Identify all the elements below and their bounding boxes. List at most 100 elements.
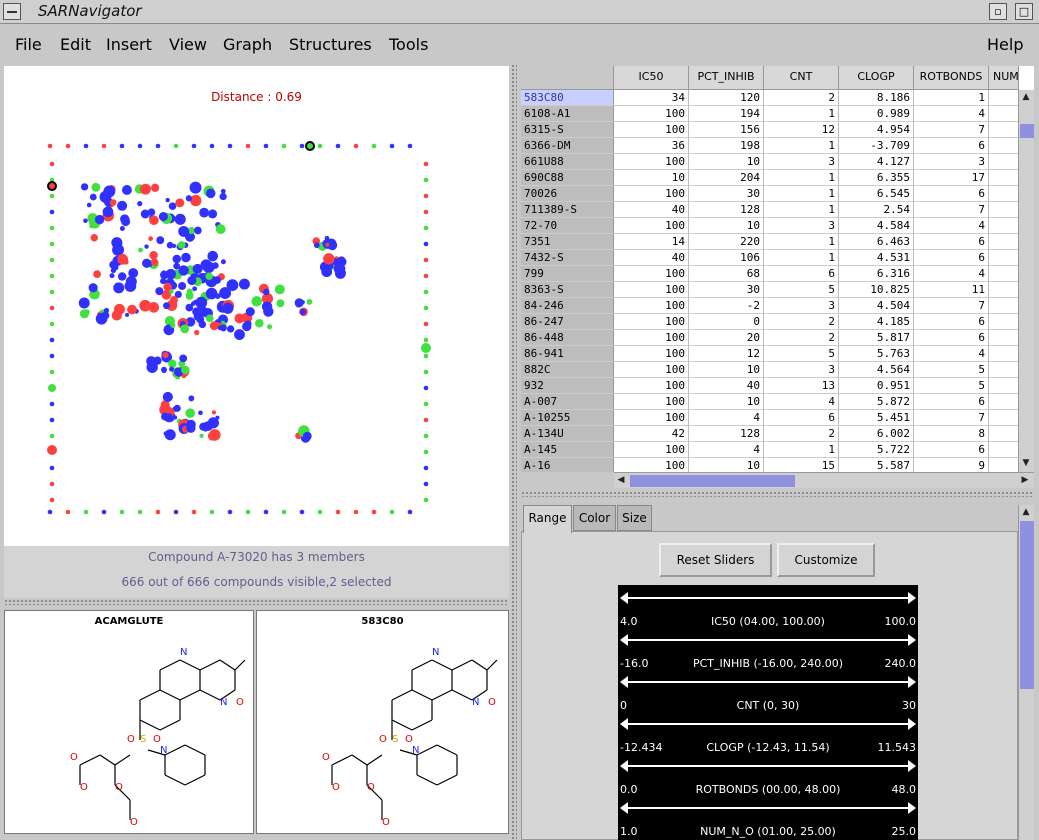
compound-point[interactable]	[80, 183, 89, 191]
compound-point[interactable]	[199, 207, 210, 218]
value-cell[interactable]: 128	[689, 202, 764, 218]
scroll-right-arrow[interactable]: ▶	[1018, 473, 1032, 487]
compound-name-cell[interactable]: 6315-S	[521, 122, 614, 138]
value-cell[interactable]: 15	[764, 458, 839, 472]
value-cell[interactable]: 100	[614, 314, 689, 330]
compound-point[interactable]	[49, 465, 55, 471]
compound-table[interactable]: IC50 PCT_INHIB CNT CLOGP ROTBONDS NUM 58…	[521, 66, 1034, 472]
compound-point[interactable]	[88, 283, 98, 293]
slider-track[interactable]	[622, 723, 914, 725]
value-cell[interactable]: 4.584	[839, 218, 914, 234]
compound-point[interactable]	[137, 509, 143, 515]
value-cell[interactable]: 4	[689, 410, 764, 426]
compound-point[interactable]	[245, 307, 255, 317]
value-cell[interactable]: 10	[689, 218, 764, 234]
compound-point[interactable]	[219, 287, 232, 299]
compound-point[interactable]	[185, 195, 193, 202]
compound-point[interactable]	[192, 184, 198, 190]
value-cell[interactable]	[989, 426, 1019, 442]
slider-track[interactable]	[622, 639, 914, 641]
compound-point[interactable]	[173, 415, 178, 420]
compound-point[interactable]	[206, 188, 216, 199]
compound-point[interactable]	[83, 143, 89, 149]
slider-min-handle[interactable]	[620, 802, 628, 814]
compound-point[interactable]	[174, 213, 186, 225]
compound-name-cell[interactable]: A-007	[521, 394, 614, 410]
compound-point[interactable]	[156, 236, 165, 245]
compound-point[interactable]	[163, 282, 172, 292]
value-cell[interactable]: 40	[614, 202, 689, 218]
range-slider[interactable]: IC50 (04.00, 100.00) 4.0 100.0	[618, 587, 918, 629]
compound-point[interactable]	[251, 296, 262, 307]
compound-point[interactable]	[205, 287, 218, 300]
vertical-splitter[interactable]	[511, 64, 517, 840]
value-cell[interactable]: 2.54	[839, 202, 914, 218]
value-cell[interactable]: -2	[689, 298, 764, 314]
compound-point[interactable]	[333, 262, 346, 275]
value-cell[interactable]: 9	[914, 458, 989, 472]
compound-point[interactable]	[180, 324, 190, 334]
compound-point[interactable]	[227, 509, 233, 515]
compound-point[interactable]	[199, 433, 204, 438]
value-cell[interactable]: 1	[764, 186, 839, 202]
compound-point[interactable]	[101, 509, 107, 515]
compound-point[interactable]	[181, 373, 187, 379]
value-cell[interactable]: 4.185	[839, 314, 914, 330]
value-cell[interactable]: 100	[614, 410, 689, 426]
value-cell[interactable]: 5.817	[839, 330, 914, 346]
value-cell[interactable]: 5.872	[839, 394, 914, 410]
value-cell[interactable]: 5.451	[839, 410, 914, 426]
compound-point[interactable]	[299, 509, 305, 515]
value-cell[interactable]: 40	[614, 250, 689, 266]
compound-point[interactable]	[137, 200, 143, 207]
slider-max-handle[interactable]	[908, 802, 916, 814]
compound-point[interactable]	[181, 365, 190, 375]
compound-point[interactable]	[323, 253, 335, 265]
compound-point[interactable]	[49, 257, 55, 263]
compound-point[interactable]	[49, 321, 55, 327]
compound-point[interactable]	[205, 272, 213, 280]
value-cell[interactable]: 4.954	[839, 122, 914, 138]
value-cell[interactable]: 6	[914, 234, 989, 250]
compound-point[interactable]	[165, 197, 170, 203]
value-cell[interactable]	[989, 170, 1019, 186]
value-cell[interactable]: 7	[914, 122, 989, 138]
value-cell[interactable]: 5.587	[839, 458, 914, 472]
compound-point[interactable]	[127, 304, 137, 315]
slider-min-handle[interactable]	[620, 592, 628, 604]
slider-track[interactable]	[622, 765, 914, 767]
slider-min-handle[interactable]	[620, 760, 628, 772]
value-cell[interactable]: 100	[614, 458, 689, 472]
column-header[interactable]: CLOGP	[839, 66, 914, 90]
compound-point[interactable]	[195, 296, 208, 309]
value-cell[interactable]: 4.504	[839, 298, 914, 314]
tab-color[interactable]: Color	[573, 505, 616, 531]
compound-point[interactable]	[161, 270, 167, 276]
compound-point[interactable]	[423, 161, 429, 167]
value-cell[interactable]: 4	[914, 266, 989, 282]
compound-point[interactable]	[353, 143, 359, 149]
horizontal-splitter-right[interactable]	[521, 491, 1034, 497]
compound-point[interactable]	[234, 329, 245, 340]
compound-point[interactable]	[91, 182, 101, 192]
compound-name-cell[interactable]: 86-941	[521, 346, 614, 362]
compound-point[interactable]	[421, 343, 431, 353]
value-cell[interactable]: 12	[689, 346, 764, 362]
value-cell[interactable]	[989, 458, 1019, 472]
value-cell[interactable]: 100	[614, 362, 689, 378]
compound-point[interactable]	[213, 276, 221, 284]
compound-point[interactable]	[102, 206, 114, 218]
compound-point[interactable]	[162, 391, 173, 403]
value-cell[interactable]	[989, 218, 1019, 234]
value-cell[interactable]: 10	[614, 170, 689, 186]
compound-point[interactable]	[48, 384, 56, 392]
compound-point[interactable]	[423, 497, 429, 503]
compound-point[interactable]	[181, 252, 191, 263]
compound-point[interactable]	[186, 419, 196, 430]
compound-name-cell[interactable]: 583C80	[521, 90, 614, 106]
value-cell[interactable]: 3	[764, 154, 839, 170]
compound-point[interactable]	[215, 415, 220, 420]
value-cell[interactable]: 1	[914, 90, 989, 106]
compound-point[interactable]	[262, 288, 270, 296]
compound-point[interactable]	[209, 143, 215, 149]
